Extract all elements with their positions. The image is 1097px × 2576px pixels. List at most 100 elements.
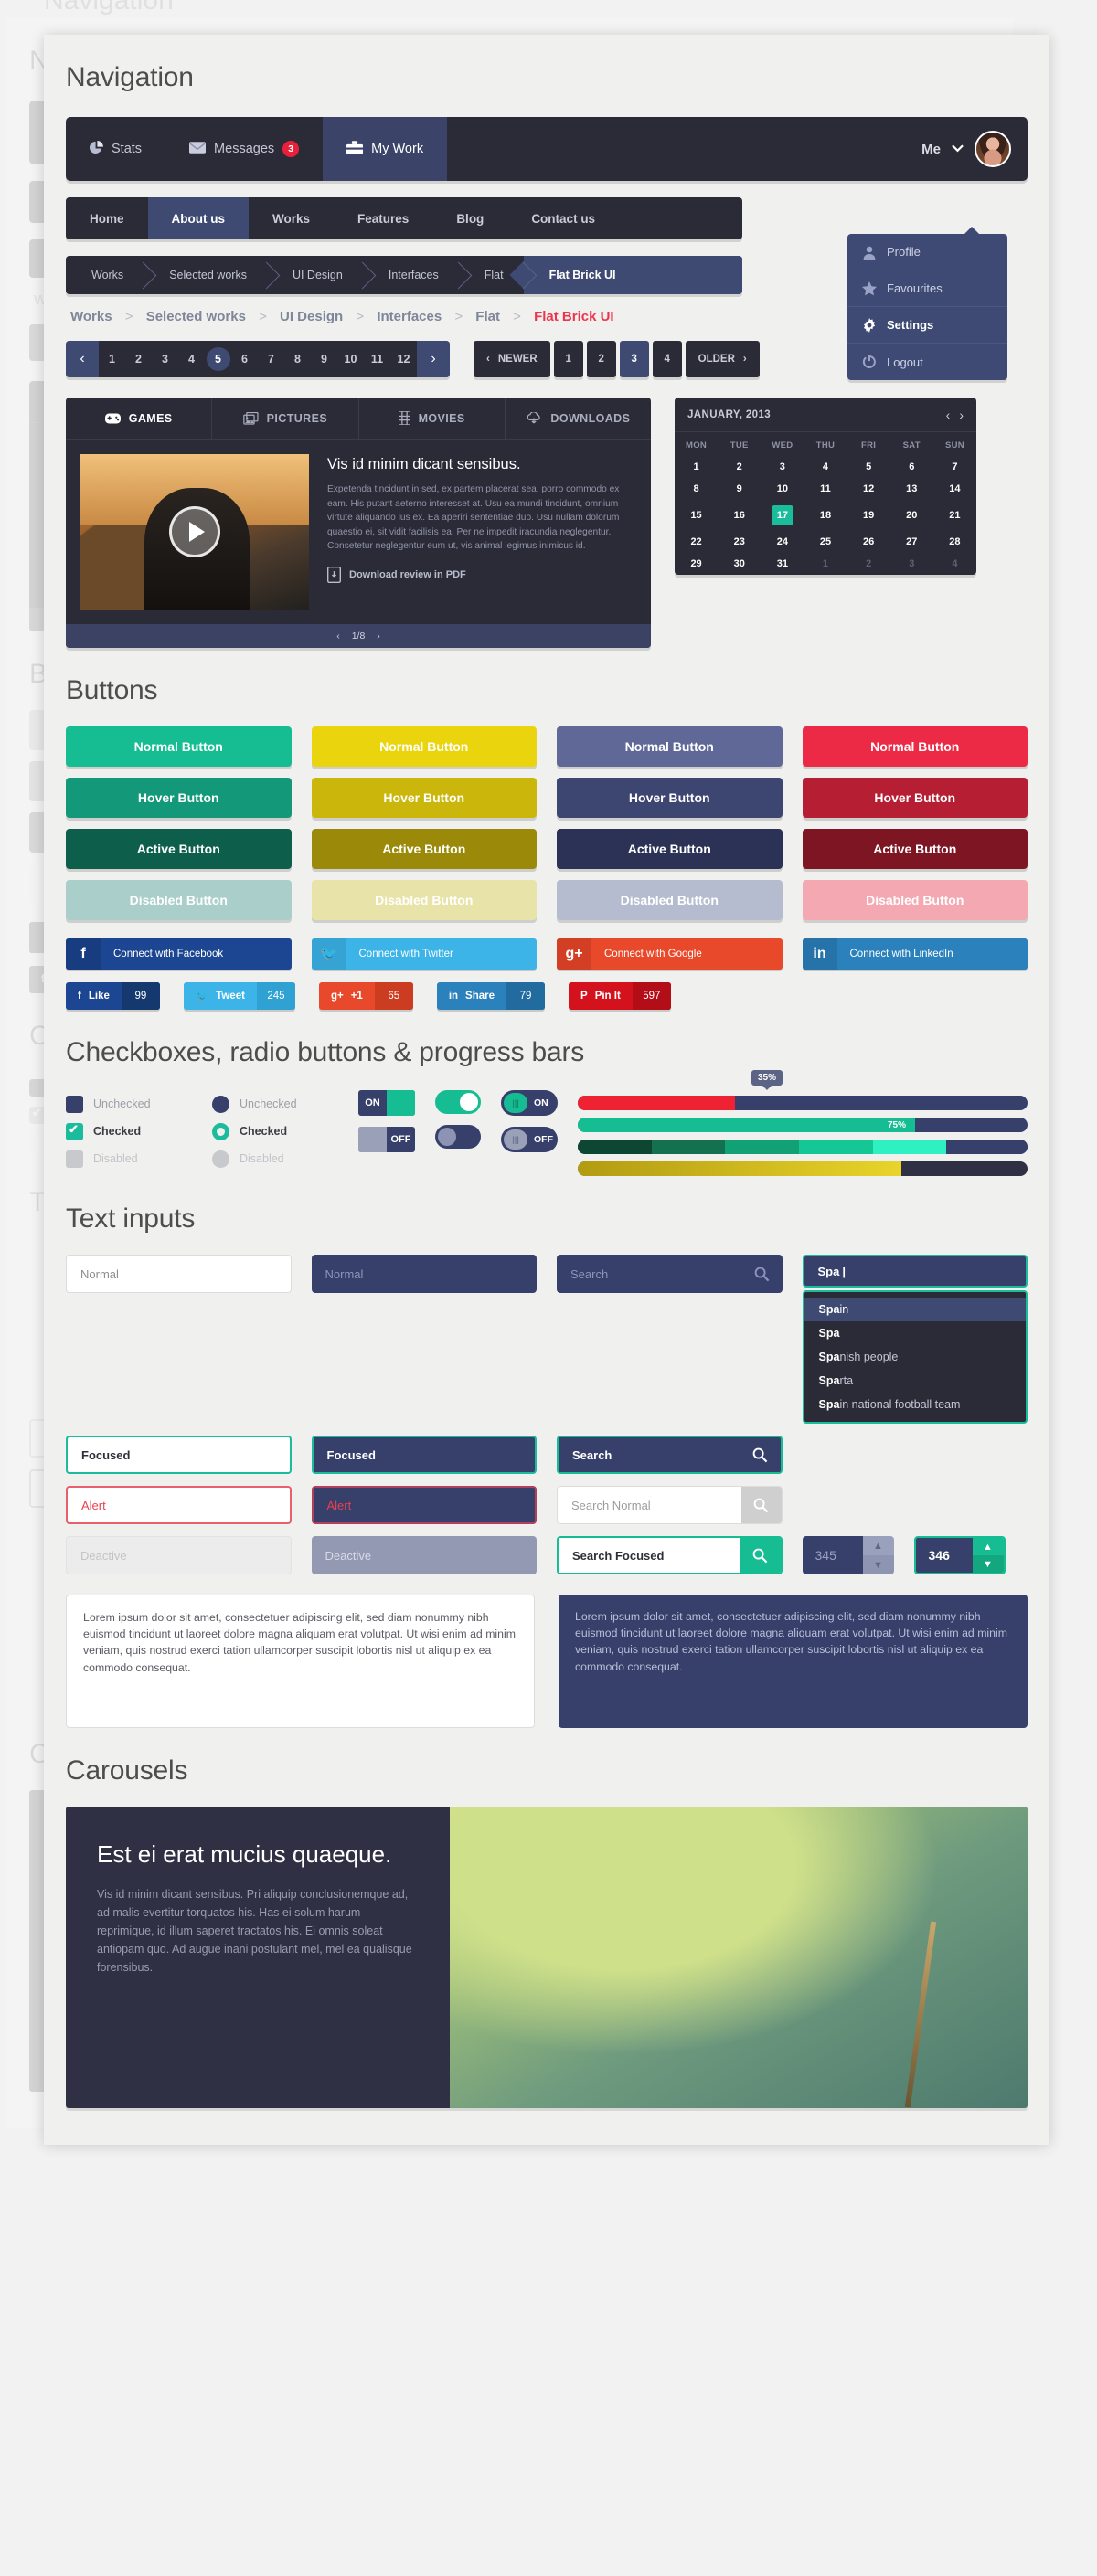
- pagination-page-9[interactable]: 9: [311, 341, 337, 377]
- spinner-up-button[interactable]: ▲: [862, 1536, 894, 1555]
- toggle-pill-off[interactable]: ||| OFF: [501, 1127, 558, 1152]
- normal-button-red[interactable]: Normal Button: [802, 726, 1028, 767]
- pagination-older-button[interactable]: OLDER ›: [685, 341, 760, 377]
- calendar-day[interactable]: 29: [675, 553, 718, 575]
- calendar-day[interactable]: 22: [675, 531, 718, 553]
- search-icon[interactable]: [742, 1255, 783, 1293]
- avatar[interactable]: [975, 131, 1011, 167]
- calendar-day-muted[interactable]: 1: [804, 553, 847, 575]
- crumbbar-item-interfaces[interactable]: Interfaces: [363, 256, 459, 294]
- calendar-day[interactable]: 5: [847, 456, 890, 478]
- play-button-icon[interactable]: [169, 506, 220, 557]
- calendar-day[interactable]: 4: [804, 456, 847, 478]
- pagination-page-4[interactable]: 4: [178, 341, 205, 377]
- dropdown-item-settings[interactable]: Settings: [847, 307, 1007, 344]
- pagination-page-12[interactable]: 12: [390, 341, 417, 377]
- crumbbar-item-flat-brick-ui[interactable]: Flat Brick UI: [523, 256, 742, 294]
- pagination-page-7[interactable]: 7: [258, 341, 284, 377]
- textarea-dark[interactable]: Lorem ipsum dolor sit amet, consectetuer…: [559, 1595, 1028, 1728]
- radio-checked-row[interactable]: Checked: [212, 1118, 358, 1145]
- calendar-day[interactable]: 24: [761, 531, 804, 553]
- download-pdf-link[interactable]: Download review in PDF: [327, 566, 631, 583]
- input-dark-focused[interactable]: Focused: [311, 1436, 537, 1474]
- spinner-down-button[interactable]: ▼: [862, 1555, 894, 1574]
- breadcrumb-item[interactable]: Selected works: [146, 309, 246, 324]
- tab-games[interactable]: GAMES: [66, 398, 213, 439]
- pagination-page-current[interactable]: 5: [205, 341, 231, 377]
- calendar-day[interactable]: 2: [718, 456, 761, 478]
- pagination-small-page-4[interactable]: 4: [652, 341, 682, 377]
- crumbbar-item-works[interactable]: Works: [66, 256, 144, 294]
- calendar-day[interactable]: 8: [675, 478, 718, 500]
- search-icon[interactable]: [740, 1437, 781, 1472]
- search-icon[interactable]: [740, 1487, 782, 1523]
- number-spinner-focused[interactable]: 346 ▲ ▼: [913, 1536, 1006, 1574]
- subnav-item-contact-us[interactable]: Contact us: [507, 197, 619, 239]
- spinner-up-button[interactable]: ▲: [972, 1538, 1004, 1555]
- pagination-next-button[interactable]: ›: [417, 341, 450, 377]
- search-input[interactable]: Search Normal: [558, 1487, 741, 1523]
- google-plus-one-button[interactable]: g+ +1 65: [318, 982, 413, 1010]
- input-dark-alert[interactable]: Alert: [311, 1486, 537, 1524]
- radio-unchecked-row[interactable]: Unchecked: [212, 1090, 358, 1118]
- calendar-day[interactable]: 3: [761, 456, 804, 478]
- toggle-square-on[interactable]: ON: [358, 1090, 415, 1116]
- textarea-light[interactable]: Lorem ipsum dolor sit amet, consectetuer…: [66, 1595, 535, 1728]
- spinner-down-button[interactable]: ▼: [972, 1555, 1004, 1573]
- search-icon[interactable]: [740, 1538, 781, 1573]
- search-input[interactable]: Search: [557, 1255, 742, 1293]
- calendar-day[interactable]: 11: [804, 478, 847, 500]
- pagination-page-1[interactable]: 1: [99, 341, 125, 377]
- pagination-page-8[interactable]: 8: [284, 341, 311, 377]
- pagination-prev-button[interactable]: ‹: [66, 341, 99, 377]
- pagination-page-6[interactable]: 6: [231, 341, 258, 377]
- facebook-like-button[interactable]: f Like 99: [66, 982, 160, 1010]
- calendar-day[interactable]: 6: [890, 456, 933, 478]
- calendar-day[interactable]: 30: [718, 553, 761, 575]
- normal-button-indigo[interactable]: Normal Button: [557, 726, 783, 767]
- hover-button-yellow[interactable]: Hover Button: [311, 778, 537, 818]
- calendar-day[interactable]: 21: [933, 500, 976, 531]
- calendar-day[interactable]: 19: [847, 500, 890, 531]
- calendar-day[interactable]: 23: [718, 531, 761, 553]
- pagination-page-11[interactable]: 11: [364, 341, 390, 377]
- calendar-day[interactable]: 16: [718, 500, 761, 531]
- connect-google-button[interactable]: g+ Connect with Google: [557, 938, 783, 970]
- topnav-item-messages[interactable]: Messages 3: [165, 117, 323, 181]
- active-button-teal[interactable]: Active Button: [66, 829, 292, 869]
- search-input[interactable]: Search: [559, 1437, 740, 1472]
- search-light-normal[interactable]: Search Normal: [557, 1486, 783, 1524]
- suggestion-item[interactable]: Sparta: [804, 1369, 1027, 1393]
- radio-checked[interactable]: [212, 1122, 229, 1140]
- crumbbar-item-ui-design[interactable]: UI Design: [267, 256, 363, 294]
- connect-facebook-button[interactable]: f Connect with Facebook: [66, 938, 292, 970]
- search-input[interactable]: Search Focused: [559, 1538, 740, 1573]
- breadcrumb-item[interactable]: Flat: [475, 309, 500, 324]
- calendar-day-muted[interactable]: 2: [847, 553, 890, 575]
- calendar-day[interactable]: 28: [933, 531, 976, 553]
- checkbox-checked[interactable]: [66, 1122, 83, 1140]
- connect-linkedin-button[interactable]: in Connect with LinkedIn: [802, 938, 1028, 970]
- search-light-focused[interactable]: Search Focused: [557, 1536, 783, 1574]
- pagination-page-10[interactable]: 10: [337, 341, 364, 377]
- number-spinner-normal[interactable]: 345 ▲ ▼: [802, 1536, 894, 1574]
- spinner-value[interactable]: 345: [802, 1536, 863, 1574]
- pagination-small-page-2[interactable]: 2: [586, 341, 616, 377]
- breadcrumb-item[interactable]: UI Design: [280, 309, 343, 324]
- toggle-pill-on[interactable]: ||| ON: [501, 1090, 558, 1116]
- checkbox-unchecked[interactable]: [66, 1095, 83, 1113]
- tab-pictures[interactable]: PICTURES: [212, 398, 359, 439]
- linkedin-share-button[interactable]: in Share 79: [436, 982, 546, 1010]
- search-dark-focused[interactable]: Search: [557, 1436, 783, 1474]
- toggle-square-off[interactable]: OFF: [358, 1127, 415, 1152]
- calendar-day[interactable]: 13: [890, 478, 933, 500]
- autocomplete-input[interactable]: Spa|: [802, 1255, 1028, 1288]
- crumbbar-item-selected-works[interactable]: Selected works: [144, 256, 267, 294]
- media-thumbnail[interactable]: [80, 454, 309, 610]
- calendar-day[interactable]: 26: [847, 531, 890, 553]
- topnav-item-my-work[interactable]: My Work: [323, 117, 448, 181]
- toggle-round-off[interactable]: [435, 1125, 481, 1149]
- normal-button-teal[interactable]: Normal Button: [66, 726, 292, 767]
- calendar-day[interactable]: 31: [761, 553, 804, 575]
- subnav-item-works[interactable]: Works: [249, 197, 334, 239]
